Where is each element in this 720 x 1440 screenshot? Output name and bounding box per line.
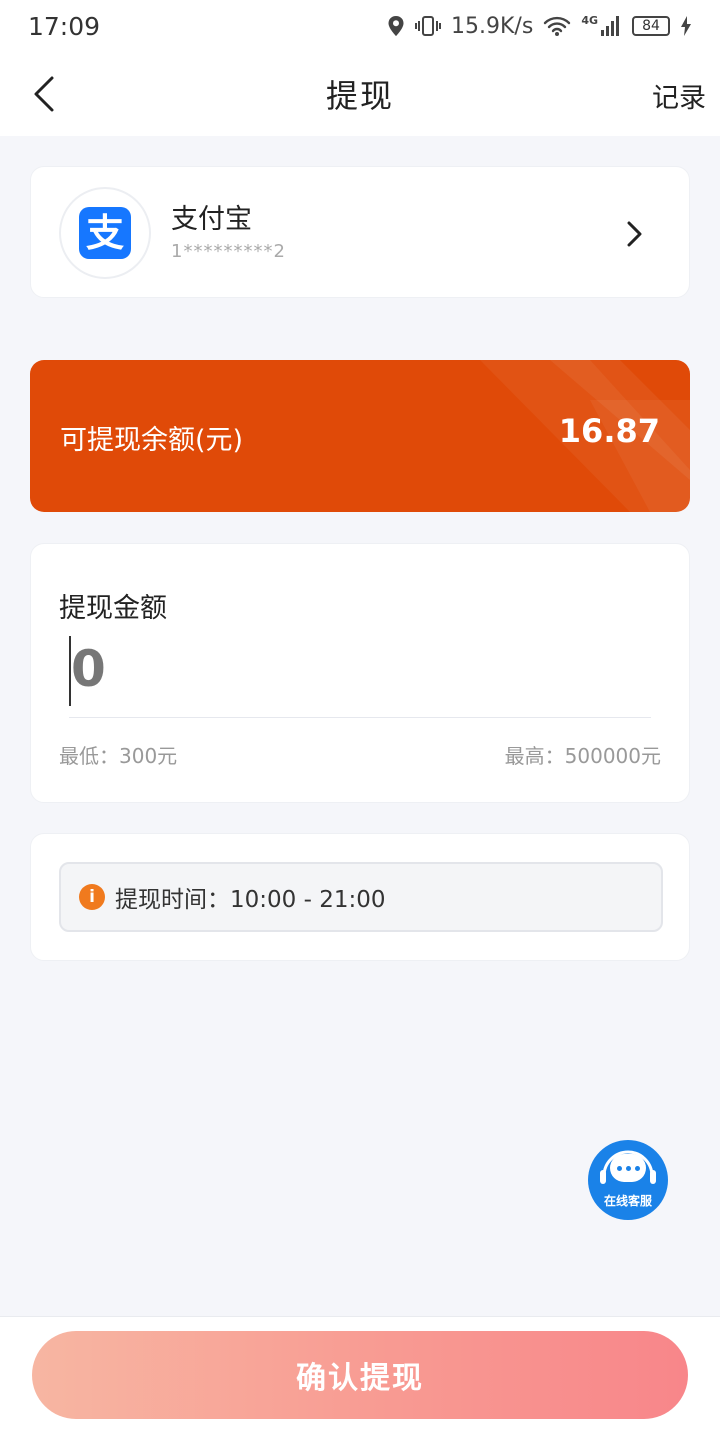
balance-value: 16.87: [558, 412, 660, 450]
confirm-withdraw-button[interactable]: 确认提现: [32, 1331, 688, 1419]
bottom-bar: 确认提现: [0, 1316, 720, 1440]
signal-icon: [601, 16, 619, 36]
confirm-withdraw-label: 确认提现: [296, 1361, 424, 1396]
status-bar: 17:09 15.9K/s 4G 84: [0, 0, 720, 52]
amount-value: 0: [71, 640, 106, 698]
time-notice-card: i 提现时间：10:00 - 21:00: [30, 833, 690, 961]
chevron-right-icon: [627, 221, 642, 247]
customer-service-button[interactable]: 在线客服: [588, 1140, 668, 1220]
status-time: 17:09: [28, 11, 101, 41]
time-notice: i 提现时间：10:00 - 21:00: [59, 862, 663, 932]
info-icon: i: [79, 884, 105, 910]
amount-input[interactable]: 0: [69, 634, 651, 718]
min-amount-label: 最低：300元: [59, 744, 178, 768]
nav-bar: 提现 记录: [0, 52, 720, 136]
customer-service-label: 在线客服: [603, 1194, 652, 1208]
status-icons: 15.9K/s 4G 84: [387, 14, 692, 39]
account-name: 支付宝: [171, 204, 252, 235]
page-title: 提现: [325, 77, 394, 115]
network-type: 4G: [581, 13, 598, 27]
alipay-logo-glyph: 支: [85, 211, 124, 255]
time-notice-text: 提现时间：10:00 - 21:00: [115, 887, 386, 913]
account-number: 1*********2: [171, 241, 286, 262]
max-amount-label: 最高：500000元: [504, 744, 661, 768]
vibrate-icon: [415, 16, 442, 36]
balance-banner: 可提现余额(元) 16.87: [30, 360, 690, 512]
battery-level: 84: [642, 18, 660, 34]
amount-card: 提现金额 0 最低：300元 最高：500000元: [30, 543, 690, 803]
wifi-icon: [544, 16, 571, 36]
location-icon: [388, 16, 404, 36]
balance-label: 可提现余额(元): [60, 425, 244, 456]
chevron-left-icon[interactable]: [26, 72, 66, 116]
charging-icon: [681, 16, 691, 36]
record-link[interactable]: 记录: [652, 76, 706, 115]
alipay-logo-icon: 支: [79, 207, 131, 259]
amount-title: 提现金额: [59, 593, 167, 624]
battery-icon: 84: [632, 16, 670, 36]
alipay-logo-container: 支: [59, 187, 151, 279]
network-speed: 15.9K/s: [451, 13, 534, 39]
account-selector[interactable]: 支 支付宝 1*********2: [30, 166, 690, 298]
info-icon-glyph: i: [89, 887, 95, 907]
